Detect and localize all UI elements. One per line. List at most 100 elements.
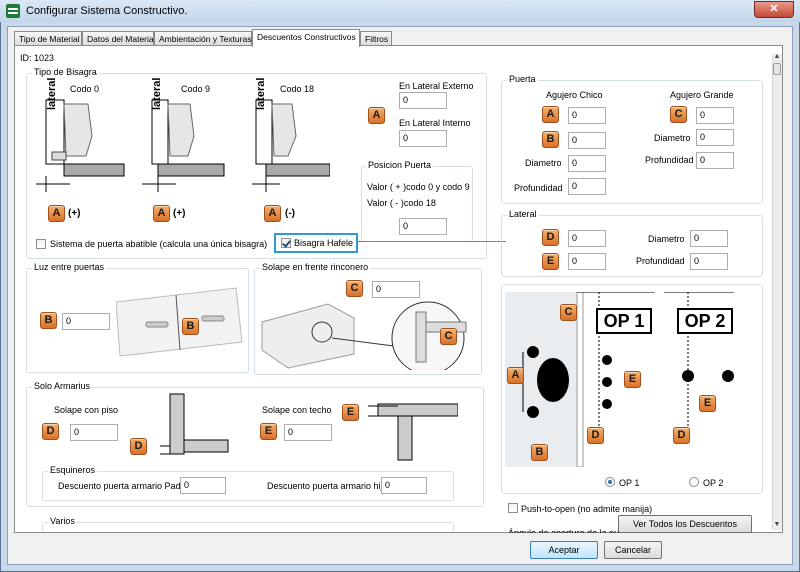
diam-grande-label: Diametro (654, 133, 691, 143)
piso-illustration (160, 393, 229, 455)
push-checkbox[interactable] (508, 503, 518, 513)
diagram-badge-d-2: D (673, 427, 690, 444)
diagram-badge-c: C (560, 304, 577, 321)
badge-b-diagram: B (182, 318, 199, 335)
prof-grande-label: Profundidad (645, 155, 694, 165)
tab-datos-material[interactable]: Datos del Material (82, 31, 156, 46)
codo-0-label: Codo 0 (70, 84, 100, 94)
hafele-label: Bisagra Hafele (294, 238, 354, 248)
badge-b-luz: B (40, 312, 57, 329)
tab-ambientacion[interactable]: Ambientación y Texturas (154, 31, 252, 46)
badge-d-lateral: D (542, 229, 559, 246)
agujero-grande-label: Agujero Grande (670, 90, 734, 100)
padre-label: Descuento puerta armario Padre (58, 481, 189, 491)
op2-label-box: OP 2 (677, 308, 733, 334)
window-title: Configurar Sistema Constructivo. (26, 5, 188, 17)
tab-descuentos[interactable]: Descuentos Constructivos (252, 29, 360, 47)
abatible-checkbox[interactable] (36, 239, 46, 249)
lateral-text-1: lateral (46, 77, 58, 110)
scroll-thumb[interactable] (773, 63, 781, 75)
pos-group-label: Posicion Puerta (366, 160, 434, 170)
op2-radio[interactable] (689, 477, 699, 487)
lateral-text-3: lateral (255, 77, 267, 110)
lateral-e-input[interactable]: 0 (568, 253, 606, 270)
badge-c-puerta: C (670, 106, 687, 123)
badge-c-diagram: C (440, 328, 457, 345)
hinge-codo-18-drawing (252, 99, 330, 192)
padre-input[interactable]: 0 (180, 477, 226, 494)
puerta-b-input[interactable]: 0 (568, 132, 606, 149)
badge-d-diagram: D (130, 438, 147, 455)
badge-b-puerta: B (542, 131, 559, 148)
luz-input[interactable]: 0 (62, 313, 110, 330)
angulo-label: Ángulo de apertura de la puerta (508, 528, 635, 533)
scroll-up-icon[interactable]: ▲ (772, 52, 782, 61)
solape-input[interactable]: 0 (372, 281, 420, 298)
lateral-diam-input[interactable]: 0 (690, 230, 728, 247)
armarios-group-label: Solo Armarius (32, 381, 93, 391)
tab-tipo-material[interactable]: Tipo de Material (14, 31, 82, 46)
ext-input[interactable]: 0 (399, 92, 447, 109)
sign-codo-9: (+) (173, 208, 186, 219)
aceptar-button[interactable]: Aceptar (530, 541, 598, 559)
codo-9-label: Codo 9 (181, 84, 211, 94)
luz-group-label: Luz entre puertas (32, 262, 107, 272)
prof-chico-input[interactable]: 0 (568, 178, 606, 195)
puerta-group-label: Puerta (507, 74, 538, 84)
piso-input[interactable]: 0 (70, 424, 118, 441)
cancelar-button[interactable]: Cancelar (604, 541, 662, 559)
hinge-group-label: Tipo de Bisagra (32, 67, 99, 77)
abatible-label: Sistema de puerta abatible (calcula una … (50, 239, 268, 249)
vertical-scrollbar[interactable] (772, 54, 782, 530)
ver-todos-button[interactable]: Ver Todos los Descuentos (618, 515, 752, 533)
badge-e-diagram: E (342, 404, 359, 421)
pos-line-1: Valor ( + )codo 0 y codo 9 (367, 182, 470, 192)
diagram-badge-b: B (531, 444, 548, 461)
close-button[interactable]: ✕ (754, 1, 794, 18)
op1-radio-label: OP 1 (619, 478, 640, 488)
pos-input[interactable]: 0 (399, 218, 447, 235)
diagram-badge-e-1: E (624, 371, 641, 388)
codo-18-label: Codo 18 (280, 84, 315, 94)
lateral-prof-input[interactable]: 0 (690, 253, 728, 270)
badge-a-puerta: A (542, 106, 559, 123)
diagram-badge-a: A (507, 367, 524, 384)
op1-radio[interactable] (605, 477, 615, 487)
diagram-badge-d-1: D (587, 427, 604, 444)
int-input[interactable]: 0 (399, 130, 447, 147)
lateral-text-2: lateral (151, 77, 163, 110)
op1-label-box: OP 1 (596, 308, 652, 334)
esq-group-label: Esquineros (48, 465, 98, 475)
tab-filtros[interactable]: Filtros (360, 31, 392, 46)
puerta-c-input[interactable]: 0 (696, 107, 734, 124)
diam-chico-input[interactable]: 0 (568, 155, 606, 172)
hijo-input[interactable]: 0 (381, 477, 427, 494)
piso-label: Solape con piso (54, 405, 119, 415)
techo-input[interactable]: 0 (284, 424, 332, 441)
hijo-label: Descuento puerta armario hijo (267, 481, 388, 491)
badge-a-3: A (264, 205, 281, 222)
hafele-checkbox[interactable] (281, 238, 291, 248)
diam-chico-label: Diametro (525, 158, 562, 168)
hafele-connector (358, 241, 506, 242)
lateral-d-input[interactable]: 0 (568, 230, 606, 247)
sign-codo-18: (-) (285, 208, 295, 219)
ext-label: En Lateral Externo (399, 81, 474, 91)
badge-a-2: A (153, 205, 170, 222)
solape-group-label: Solape en frente rinconero (260, 262, 371, 272)
push-label: Push-to-open (no admite manija) (521, 504, 653, 514)
prof-chico-label: Profundidad (514, 183, 563, 193)
varios-group-label: Varios (48, 516, 77, 526)
badge-a-1: A (48, 205, 65, 222)
id-label: ID: 1023 (20, 53, 55, 63)
sign-codo-0: (+) (68, 208, 81, 219)
scroll-down-icon[interactable]: ▼ (772, 520, 782, 529)
varios-group (42, 522, 454, 532)
badge-a-4: A (368, 107, 385, 124)
diam-grande-input[interactable]: 0 (696, 129, 734, 146)
lateral-prof-label: Profundidad (636, 256, 685, 266)
prof-grande-input[interactable]: 0 (696, 152, 734, 169)
badge-e-techo: E (260, 423, 277, 440)
pos-line-2: Valor ( - )codo 18 (367, 198, 436, 208)
puerta-a-input[interactable]: 0 (568, 107, 606, 124)
